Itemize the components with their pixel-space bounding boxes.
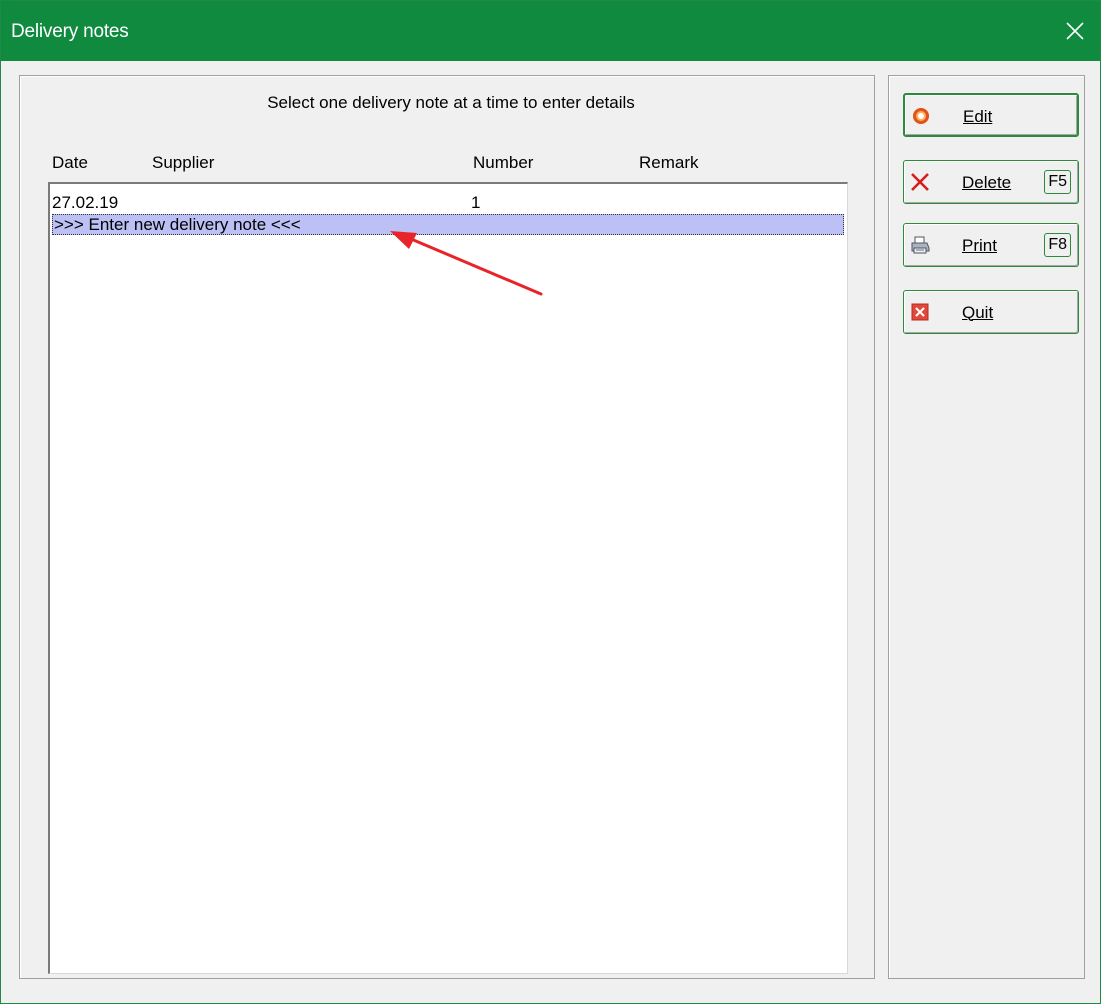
row-number: 1 (471, 193, 481, 212)
column-header-remark: Remark (639, 153, 699, 172)
delivery-notes-window: Delivery notes Select one delivery note … (0, 0, 1101, 1004)
column-header-date: Date (52, 153, 88, 172)
actions-panel (888, 75, 1085, 979)
column-header-number: Number (473, 153, 534, 172)
edit-button[interactable]: Edit (903, 93, 1079, 137)
title-bar[interactable]: Delivery notes (1, 1, 1100, 61)
window-title: Delivery notes (11, 21, 129, 42)
new-delivery-note-label: >>> Enter new delivery note <<< (54, 215, 301, 234)
delete-label: Delete (962, 173, 1012, 192)
printer-icon (911, 236, 930, 254)
list-row[interactable]: 27.02.19 1 (52, 192, 844, 213)
edit-label: Edit (963, 107, 993, 126)
column-header-supplier: Supplier (152, 153, 215, 172)
print-button[interactable]: Print F8 (903, 223, 1079, 267)
instruction-text: Select one delivery note at a time to en… (267, 93, 635, 112)
red-x-icon (911, 173, 929, 191)
quit-button[interactable]: Quit (903, 290, 1079, 334)
new-delivery-note-row[interactable]: >>> Enter new delivery note <<< (52, 214, 844, 235)
quit-icon (911, 303, 929, 321)
quit-label: Quit (962, 303, 994, 322)
print-shortcut-key: F8 (1044, 233, 1071, 257)
delete-shortcut-key: F5 (1044, 170, 1071, 194)
print-label: Print (962, 236, 997, 255)
delete-button[interactable]: Delete F5 (903, 160, 1079, 204)
close-button[interactable] (1050, 1, 1100, 61)
edit-ring-icon (913, 108, 929, 124)
close-icon (1066, 22, 1084, 40)
row-date: 27.02.19 (52, 193, 119, 212)
delivery-notes-list[interactable]: 27.02.19 1 >>> Enter new delivery note <… (48, 182, 848, 974)
